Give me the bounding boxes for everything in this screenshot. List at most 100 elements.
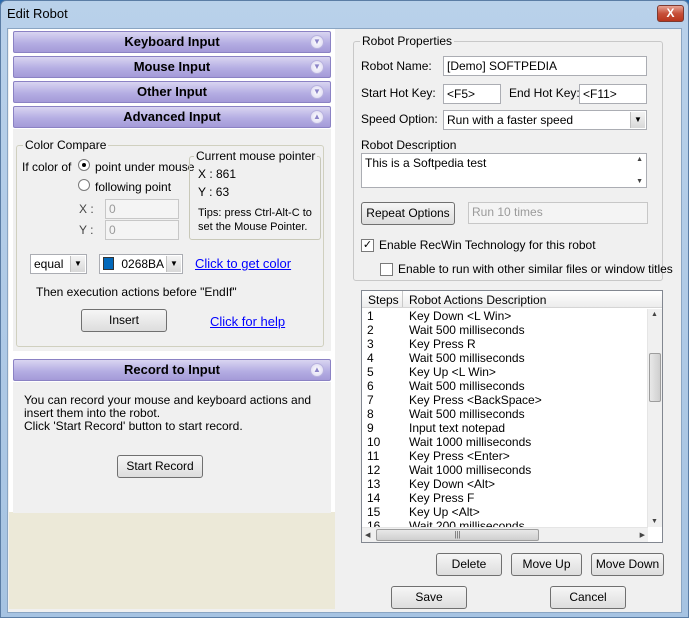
title-bar[interactable]: Edit Robot X bbox=[1, 1, 688, 27]
mouse-input-header[interactable]: Mouse Input ▼ bbox=[13, 56, 331, 78]
end-hotkey-field[interactable]: <F11> bbox=[579, 84, 647, 104]
x-coordinate-field[interactable]: 0 bbox=[105, 199, 179, 219]
table-row[interactable]: 15 Key Up <Alt> bbox=[362, 505, 648, 519]
advanced-input-header[interactable]: Advanced Input ▲ bbox=[13, 106, 331, 128]
y-coordinate-field[interactable]: 0 bbox=[105, 220, 179, 240]
vertical-scrollbar[interactable]: ▲ ▼ bbox=[647, 309, 662, 527]
description-column-header[interactable]: Robot Actions Description bbox=[409, 293, 546, 307]
color-compare-label: Color Compare bbox=[23, 138, 109, 152]
advanced-input-label: Advanced Input bbox=[123, 109, 221, 124]
following-point-radio[interactable] bbox=[78, 179, 90, 191]
advanced-input-panel: Color Compare If color of point under mo… bbox=[13, 129, 331, 351]
table-row[interactable]: 16 Wait 200 milliseconds bbox=[362, 519, 648, 527]
horizontal-scrollbar[interactable]: ◀ ||| ▶ bbox=[362, 527, 648, 542]
description-cell: Key Press <BackSpace> bbox=[409, 393, 542, 407]
insert-button[interactable]: Insert bbox=[81, 309, 167, 332]
y-label: Y : bbox=[79, 223, 94, 237]
chevron-down-icon[interactable]: ▼ bbox=[166, 256, 181, 272]
repeat-options-button[interactable]: Repeat Options bbox=[361, 202, 455, 225]
chevron-down-icon[interactable]: ▼ bbox=[70, 256, 85, 272]
delete-button[interactable]: Delete bbox=[436, 553, 502, 576]
step-cell: 3 bbox=[367, 337, 374, 351]
step-cell: 7 bbox=[367, 393, 374, 407]
table-row[interactable]: 2 Wait 500 milliseconds bbox=[362, 323, 648, 337]
table-row[interactable]: 9 Input text notepad bbox=[362, 421, 648, 435]
move-up-button[interactable]: Move Up bbox=[511, 553, 582, 576]
scroll-left-icon[interactable]: ◀ bbox=[365, 531, 370, 539]
color-swatch bbox=[103, 257, 114, 270]
get-color-link[interactable]: Click to get color bbox=[195, 256, 291, 271]
description-cell: Key Down <Alt> bbox=[409, 477, 496, 491]
scroll-down-icon[interactable]: ▼ bbox=[651, 518, 658, 525]
column-divider[interactable] bbox=[402, 291, 403, 307]
color-value: 0268BA bbox=[121, 257, 165, 271]
recwin-label[interactable]: Enable RecWin Technology for this robot bbox=[379, 238, 596, 252]
description-cell: Wait 1000 milliseconds bbox=[409, 435, 532, 449]
horizontal-scroll-thumb[interactable]: ||| bbox=[376, 529, 539, 541]
speed-option-select[interactable]: Run with a faster speed ▼ bbox=[443, 110, 647, 130]
recwin-checkbox[interactable]: ✓ bbox=[361, 239, 374, 252]
expand-icon[interactable]: ▼ bbox=[310, 35, 324, 49]
table-row[interactable]: 14 Key Press F bbox=[362, 491, 648, 505]
collapse-icon[interactable]: ▲ bbox=[310, 363, 324, 377]
robot-name-field[interactable]: [Demo] SOFTPEDIA bbox=[443, 56, 647, 76]
similar-files-checkbox[interactable] bbox=[380, 263, 393, 276]
expand-icon[interactable]: ▼ bbox=[310, 85, 324, 99]
table-row[interactable]: 11 Key Press <Enter> bbox=[362, 449, 648, 463]
pointer-y-text: Y : 63 bbox=[198, 185, 230, 199]
edit-robot-window: Edit Robot X Keyboard Input ▼ Mouse Inpu… bbox=[0, 0, 689, 618]
list-header: Steps Robot Actions Description bbox=[362, 291, 662, 308]
similar-files-label[interactable]: Enable to run with other similar files o… bbox=[398, 262, 673, 276]
table-row[interactable]: 13 Key Down <Alt> bbox=[362, 477, 648, 491]
robot-description-field[interactable]: This is a Softpedia test ▲ ▼ bbox=[361, 153, 647, 188]
collapse-icon[interactable]: ▲ bbox=[310, 110, 324, 124]
help-link[interactable]: Click for help bbox=[210, 314, 285, 329]
step-cell: 1 bbox=[367, 309, 374, 323]
step-cell: 15 bbox=[367, 505, 381, 519]
end-hotkey-label: End Hot Key: bbox=[509, 86, 580, 100]
table-row[interactable]: 12 Wait 1000 milliseconds bbox=[362, 463, 648, 477]
table-row[interactable]: 8 Wait 500 milliseconds bbox=[362, 407, 648, 421]
point-under-mouse-label[interactable]: point under mouse bbox=[95, 160, 194, 174]
tip-line-2: set the Mouse Pointer. bbox=[198, 221, 308, 233]
point-under-mouse-radio[interactable] bbox=[78, 159, 90, 171]
repeat-value-field: Run 10 times bbox=[468, 202, 648, 224]
start-hotkey-field[interactable]: <F5> bbox=[443, 84, 501, 104]
step-cell: 16 bbox=[367, 519, 381, 527]
compare-operator-select[interactable]: equal ▼ bbox=[30, 254, 87, 274]
following-point-label[interactable]: following point bbox=[95, 180, 171, 194]
scroll-right-icon[interactable]: ▶ bbox=[640, 531, 645, 539]
record-to-input-header[interactable]: Record to Input ▲ bbox=[13, 359, 331, 381]
step-cell: 11 bbox=[367, 449, 380, 463]
table-row[interactable]: 1 Key Down <L Win> bbox=[362, 309, 648, 323]
keyboard-input-header[interactable]: Keyboard Input ▼ bbox=[13, 31, 331, 53]
client-area: Keyboard Input ▼ Mouse Input ▼ Other Inp… bbox=[7, 28, 682, 613]
table-row[interactable]: 5 Key Up <L Win> bbox=[362, 365, 648, 379]
table-row[interactable]: 4 Wait 500 milliseconds bbox=[362, 351, 648, 365]
robot-actions-list[interactable]: Steps Robot Actions Description 1 Key Dow… bbox=[361, 290, 663, 543]
color-select[interactable]: 0268BA ▼ bbox=[99, 254, 183, 274]
step-cell: 4 bbox=[367, 351, 374, 365]
tip-line-1: Tips: press Ctrl-Alt-C to bbox=[198, 207, 312, 219]
scroll-up-icon[interactable]: ▲ bbox=[651, 311, 658, 318]
start-record-button[interactable]: Start Record bbox=[117, 455, 203, 478]
cancel-button[interactable]: Cancel bbox=[550, 586, 626, 609]
close-button[interactable]: X bbox=[657, 5, 684, 22]
description-cell: Wait 1000 milliseconds bbox=[409, 463, 532, 477]
expand-icon[interactable]: ▼ bbox=[310, 60, 324, 74]
scroll-up-icon[interactable]: ▲ bbox=[636, 156, 643, 163]
table-row[interactable]: 7 Key Press <BackSpace> bbox=[362, 393, 648, 407]
vertical-scroll-thumb[interactable] bbox=[649, 353, 661, 402]
table-row[interactable]: 3 Key Press R bbox=[362, 337, 648, 351]
description-cell: Input text notepad bbox=[409, 421, 506, 435]
scroll-down-icon[interactable]: ▼ bbox=[636, 178, 643, 185]
steps-column-header[interactable]: Steps bbox=[368, 293, 399, 307]
save-button[interactable]: Save bbox=[391, 586, 467, 609]
step-cell: 8 bbox=[367, 407, 374, 421]
chevron-down-icon[interactable]: ▼ bbox=[630, 112, 645, 128]
other-input-header[interactable]: Other Input ▼ bbox=[13, 81, 331, 103]
table-row[interactable]: 6 Wait 500 milliseconds bbox=[362, 379, 648, 393]
table-row[interactable]: 10 Wait 1000 milliseconds bbox=[362, 435, 648, 449]
move-down-button[interactable]: Move Down bbox=[591, 553, 664, 576]
then-execution-text: Then execution actions before "EndIf" bbox=[36, 285, 237, 299]
